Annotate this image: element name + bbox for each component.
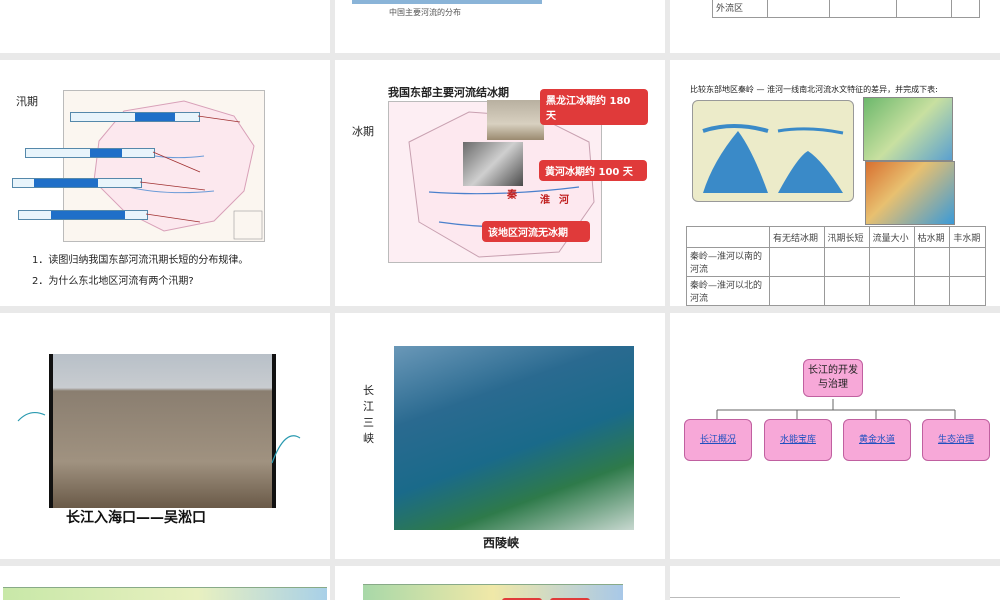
table-header-cell: [686, 226, 770, 248]
table-row-label: 秦岭—淮河以北的河流: [686, 276, 770, 306]
mindmap-link-ecology[interactable]: 生态治理: [922, 419, 990, 461]
hydrograph-panel: [692, 100, 854, 202]
gorge-photo: [394, 346, 634, 530]
table-header-cell: 枯水期: [913, 226, 951, 248]
map-label-he: 河: [559, 195, 569, 206]
comparison-table: 有无结冰期 汛期长短 流量大小 枯水期 丰水期 秦岭—淮河以南的河流 秦岭—淮河…: [686, 226, 986, 306]
photo-caption: 西陵峡: [483, 536, 520, 550]
table-row: 秦岭—淮河以南的河流: [686, 247, 986, 277]
divider-line: [670, 597, 900, 598]
pointer-lines: [139, 115, 241, 223]
data-table-fragment: 外流区: [712, 0, 980, 18]
map-label-qin: 秦: [507, 190, 517, 201]
question-2: 2．为什么东北地区河流有两个汛期?: [32, 276, 194, 287]
slide-thumb-estuary[interactable]: 长江入海口——吴淞口: [0, 313, 330, 559]
slide-title: 我国东部主要河流结冰期: [388, 86, 509, 99]
slide-thumb-comparison[interactable]: 比较东部地区秦岭 — 淮河一线南北河流水文特征的差异，并完成下表: 有无结冰期 …: [670, 60, 1000, 306]
slide-thumb-2[interactable]: 中国主要河流的分布: [335, 0, 665, 53]
slide-thumb-ice-period[interactable]: 冰期 我国东部主要河流结冰期 黑龙江冰期约 180 天 黄河冰期约 100 天 …: [335, 60, 665, 306]
table-header-row: 有无结冰期 汛期长短 流量大小 枯水期 丰水期: [686, 226, 986, 248]
table-header-cell: 有无结冰期: [769, 226, 825, 248]
mindmap-link-waterway[interactable]: 黄金水道: [843, 419, 911, 461]
question-1: 1．读图归纳我国东部河流汛期长短的分布规律。: [32, 255, 249, 266]
label-no-ice: 该地区河流无冰期: [482, 221, 590, 242]
map-image-fragment: [3, 587, 327, 600]
side-label: 长江三峡: [363, 384, 374, 445]
slide-thumb-10[interactable]: [0, 566, 330, 600]
china-map-terrain: [865, 161, 955, 225]
mindmap-link-hydropower[interactable]: 水能宝库: [764, 419, 832, 461]
table-header-cell: 丰水期: [949, 226, 986, 248]
slide-thumb-three-gorges[interactable]: 长江三峡 西陵峡: [335, 313, 665, 559]
river-map-image: [352, 0, 542, 4]
slide-thumb-mindmap[interactable]: 长江的开发与治理 长江概况 水能宝库 黄金水道 生态治理: [670, 313, 1000, 559]
photo-caption: 长江入海口——吴淞口: [66, 510, 206, 526]
side-label: 冰期: [352, 125, 374, 138]
mindmap-link-overview[interactable]: 长江概况: [684, 419, 752, 461]
instruction-text: 比较东部地区秦岭 — 淮河一线南北河流水文特征的差异，并完成下表:: [690, 85, 938, 94]
map-caption: 中国主要河流的分布: [389, 8, 461, 17]
slide-thumb-3[interactable]: 外流区: [670, 0, 1000, 53]
slide-thumb-flood-season[interactable]: 汛期 1．读图归纳我国东部河流汛期长短的分布规律。 2．为什么东北地区河流有两个…: [0, 60, 330, 306]
label-huanghe-ice: 黄河冰期约 100 天: [539, 160, 647, 181]
slide-thumb-11[interactable]: [335, 566, 665, 600]
label-heilongjiang-ice: 黑龙江冰期约 180 天: [540, 89, 648, 125]
table-header-cell: 汛期长短: [823, 226, 870, 248]
table-row-label: 秦岭—淮河以南的河流: [686, 247, 770, 277]
map-label-huai: 淮: [540, 195, 550, 206]
slide-thumb-12[interactable]: [670, 566, 1000, 600]
china-map-green: [863, 97, 953, 161]
frozen-yellow-river-photo: [463, 142, 523, 186]
hydrograph-chart: [702, 124, 844, 193]
table-cell: 外流区: [712, 0, 768, 18]
slide-thumb-1[interactable]: [0, 0, 330, 53]
table-row: 秦岭—淮河以北的河流: [686, 276, 986, 306]
frozen-river-photo: [487, 100, 544, 140]
table-header-cell: 流量大小: [868, 226, 915, 248]
